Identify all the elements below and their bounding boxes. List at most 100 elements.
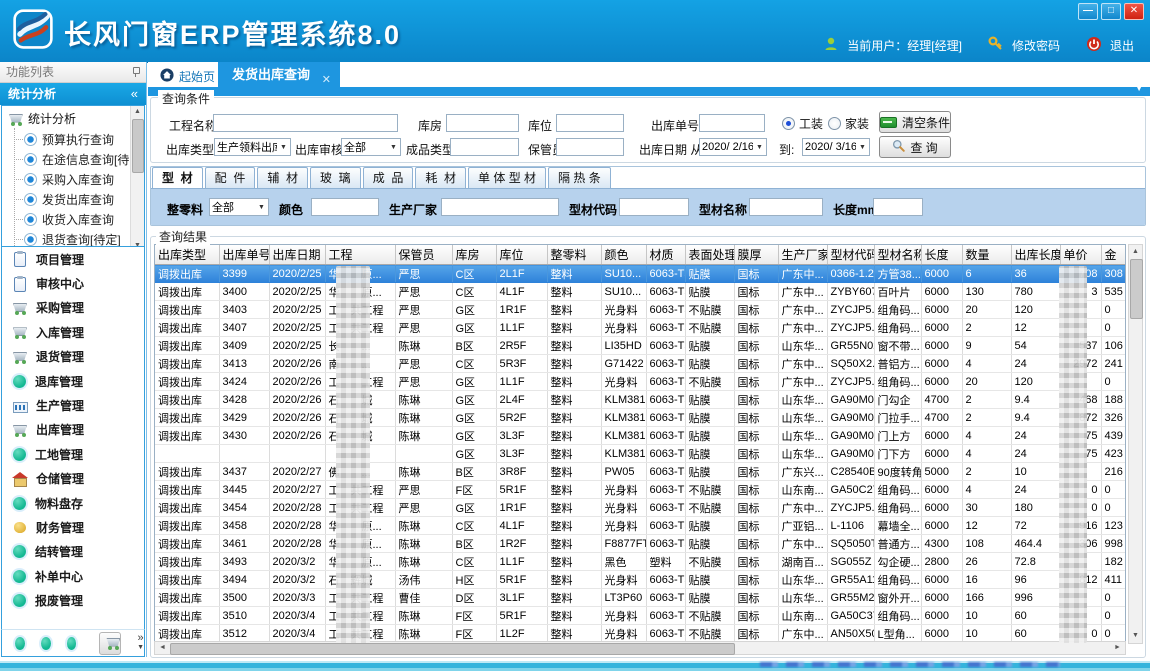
cell[interactable]: 调拨出库 [155,625,219,643]
cell[interactable]: 4700 [921,391,962,409]
cell[interactable]: 2020/2/26 [269,391,325,409]
cell[interactable]: 1L1F [496,553,547,571]
cell[interactable]: 调拨出库 [155,319,219,337]
cell[interactable]: 54 [1011,337,1060,355]
cell[interactable]: 90度转角 [874,463,921,481]
cell[interactable]: 不贴膜 [685,607,734,625]
more-options-button[interactable]: »▼ [137,634,144,652]
cell[interactable]: 2020/2/28 [269,517,325,535]
table-row[interactable]: 调拨出库34282020/2/26石 城陈琳G区2L4F整料KLM3817606… [155,391,1126,409]
cell[interactable]: G区 [452,391,496,409]
cell[interactable]: 5R3F [496,355,547,373]
cell[interactable]: 国标 [734,607,778,625]
cell[interactable]: 整料 [547,445,601,463]
cell[interactable]: 120 [1011,373,1060,391]
cell[interactable]: 36 [1011,265,1060,283]
cell[interactable]: 2020/3/4 [269,625,325,643]
cell[interactable]: 6000 [921,607,962,625]
cell[interactable]: 6063-T5 [646,625,685,643]
cell[interactable]: 幕墙全... [874,517,921,535]
cell[interactable]: 3R8F [496,463,547,481]
cell[interactable]: 国标 [734,265,778,283]
cell[interactable]: 2 [962,409,1011,427]
cell[interactable]: SQ5050T20 [827,535,874,553]
cell[interactable]: C区 [452,265,496,283]
cell[interactable]: 130 [962,283,1011,301]
cell[interactable]: 方管38... [874,265,921,283]
cell[interactable]: 0 [1101,589,1126,607]
cell[interactable]: 山东南... [778,607,827,625]
cell[interactable]: 6000 [921,625,962,643]
tree-item[interactable]: 发货出库查询 [2,189,144,209]
cell[interactable]: 贴膜 [685,589,734,607]
table-row[interactable]: 调拨出库34302020/2/26石 城陈琳G区3L3F整料KLM3817606… [155,427,1126,445]
cell[interactable]: 贴膜 [685,535,734,553]
cell[interactable]: 严思 [395,355,452,373]
cell[interactable]: 0 [1101,373,1126,391]
cell[interactable]: LT3P60 [601,589,646,607]
cell[interactable]: 3413 [219,355,269,373]
cell[interactable]: 山东华... [778,445,827,463]
column-header[interactable]: 单价 [1060,245,1101,265]
cell[interactable]: 国标 [734,589,778,607]
cell[interactable]: 3399 [219,265,269,283]
scroll-left-icon[interactable]: ◄ [156,642,169,653]
scrollbar-thumb[interactable] [132,119,144,173]
cell[interactable]: 整料 [547,499,601,517]
column-header[interactable]: 数量 [962,245,1011,265]
cell[interactable]: 6000 [921,499,962,517]
material-tab[interactable]: 单 体 型 材 [468,167,546,188]
cell[interactable]: 调拨出库 [155,481,219,499]
cell[interactable]: 陈琳 [395,463,452,481]
cell[interactable]: 464.4 [1011,535,1060,553]
scroll-up-icon[interactable]: ▲ [131,106,144,118]
change-password-link[interactable]: 修改密码 [1012,37,1060,54]
cell[interactable]: 调拨出库 [155,589,219,607]
cell[interactable]: 1R1F [496,301,547,319]
cell[interactable]: 6000 [921,355,962,373]
cell[interactable]: 3458 [219,517,269,535]
cell[interactable]: ZYCJP5... [827,301,874,319]
color-input[interactable] [311,198,379,216]
cell[interactable]: 调拨出库 [155,517,219,535]
table-row[interactable]: 调拨出库34092020/2/25长 ...陈琳B区2R5F整料LI35HD60… [155,337,1126,355]
cell[interactable]: 6000 [921,445,962,463]
cell[interactable]: 6063-T5 [646,265,685,283]
cell[interactable]: 整料 [547,427,601,445]
sidebar-menu-item[interactable]: 仓储管理 [2,467,144,491]
cell[interactable]: 3454 [219,499,269,517]
cell[interactable]: 0 [1101,301,1126,319]
quick-dot-icon[interactable] [41,637,51,650]
cell[interactable]: 广亚铝... [778,517,827,535]
table-row[interactable]: G区3L3F整料KLM38176063-T5贴膜国标山东华...GA90M09.… [155,445,1126,463]
cell[interactable]: 3512 [219,625,269,643]
cell[interactable]: GA50C37 [827,607,874,625]
sidebar-menu-item[interactable]: 物料盘存 [2,491,144,515]
cell[interactable]: 123 [1101,517,1126,535]
sidebar-section-header[interactable]: 统计分析 « [0,83,146,105]
cell[interactable]: 组角码... [874,373,921,391]
cell[interactable]: 3494 [219,571,269,589]
cell[interactable]: 6063-T5 [646,535,685,553]
profile-name-input[interactable] [749,198,823,216]
cell[interactable]: 6063-T5 [646,391,685,409]
cell[interactable]: 不贴膜 [685,301,734,319]
cell[interactable]: 2 [962,319,1011,337]
cell[interactable]: 6063-T5 [646,607,685,625]
cell[interactable]: 陈琳 [395,391,452,409]
table-row[interactable]: 调拨出库34942020/3/2石 辉城汤伟H区5R1F整料光身料6063-T5… [155,571,1126,589]
cell[interactable]: 3400 [219,283,269,301]
table-row[interactable]: 调拨出库34582020/2/28华 原...陈琳C区4L1F整料光身料6063… [155,517,1126,535]
cell[interactable]: 2020/2/26 [269,355,325,373]
cell[interactable]: 整料 [547,535,601,553]
cell[interactable]: 0 [1101,625,1126,643]
cell[interactable]: L-1106 [827,517,874,535]
cell[interactable]: 6063-T5 [646,589,685,607]
cell[interactable]: GR55M26 [827,589,874,607]
cell[interactable]: 普通方... [874,535,921,553]
cell[interactable]: 国标 [734,499,778,517]
profile-code-input[interactable] [619,198,689,216]
material-tab[interactable]: 玻 璃 [310,167,361,188]
cell[interactable]: 6063-T5 [646,517,685,535]
cell[interactable]: 4 [962,481,1011,499]
